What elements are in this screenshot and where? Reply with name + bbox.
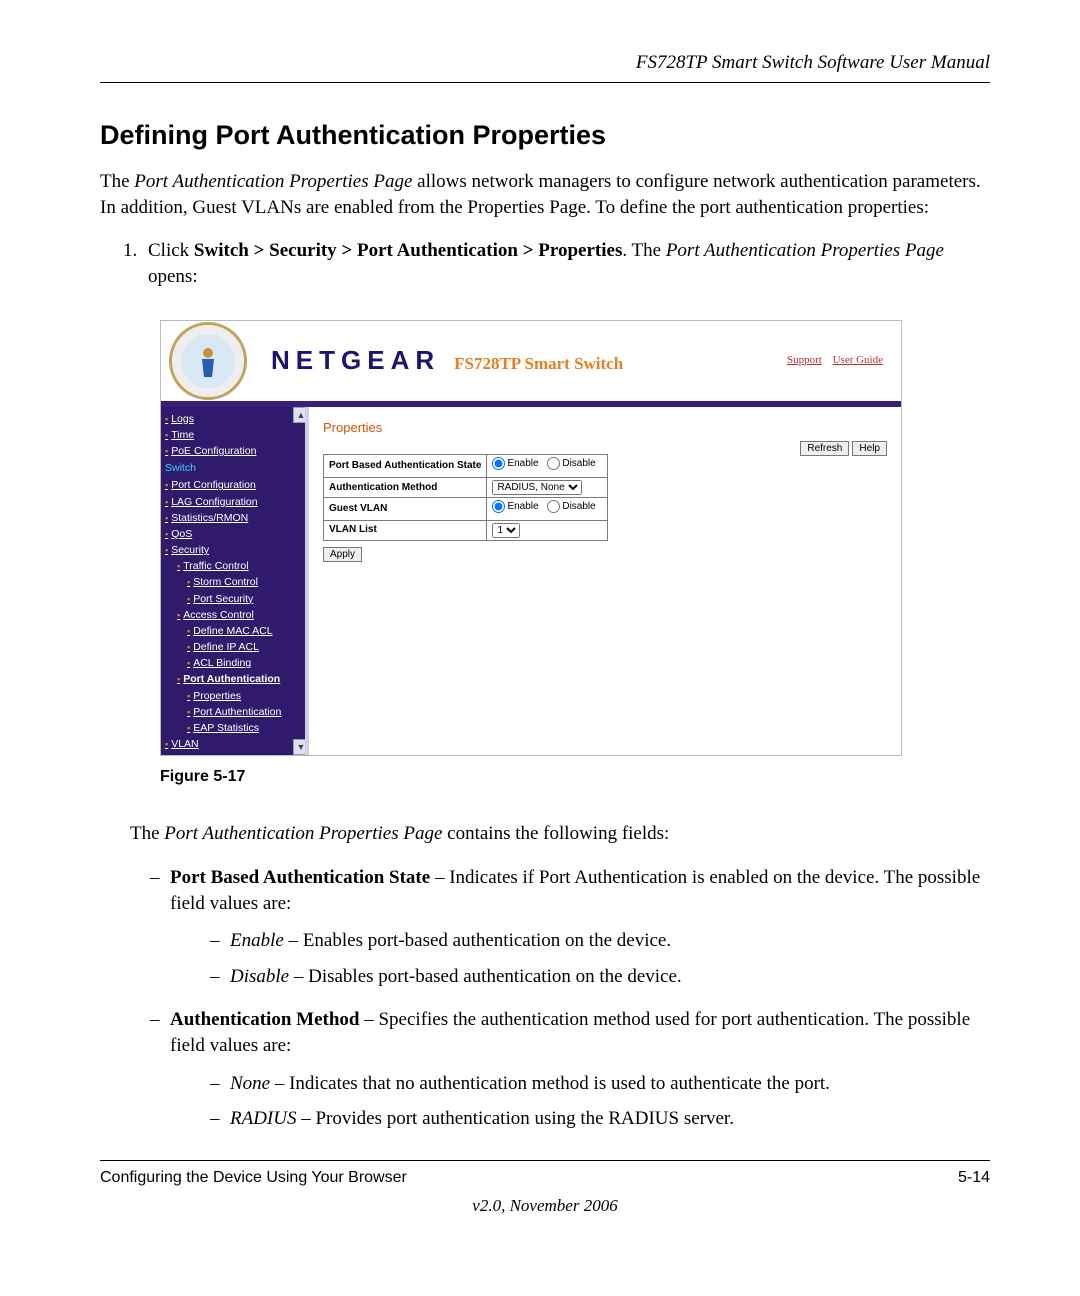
sidebar-item-aclbind[interactable]: ACL Binding [165, 655, 305, 671]
sidebar-item-stats[interactable]: Statistics/RMON [165, 510, 305, 526]
refresh-button[interactable]: Refresh [800, 441, 849, 456]
auth-method-select[interactable]: RADIUS, None [492, 480, 582, 495]
sidebar-item-poe[interactable]: PoE Configuration [165, 443, 305, 459]
page-heading: Defining Port Authentication Properties [100, 117, 990, 153]
properties-table: Port Based Authentication State Enable D… [323, 454, 608, 541]
header-links: Support User Guide [779, 353, 883, 368]
sidebar-item-eap[interactable]: EAP Statistics [165, 720, 305, 736]
help-button[interactable]: Help [852, 441, 887, 456]
fields-list: Port Based Authentication State – Indica… [100, 861, 990, 1146]
product-title: FS728TP Smart Switch [454, 353, 623, 376]
footer: Configuring the Device Using Your Browse… [100, 1167, 990, 1189]
rule-top [100, 82, 990, 83]
sidebar-item-monitor[interactable]: Monitor [165, 752, 305, 754]
field-auth-name: Authentication Method [170, 1009, 359, 1030]
figure-caption: Figure 5-17 [160, 766, 990, 788]
step1-path: Switch > Security > Port Authentication … [194, 240, 622, 261]
field-auth-opt-none: None – Indicates that no authentication … [210, 1067, 990, 1103]
field-pbas: Port Based Authentication State – Indica… [150, 861, 990, 1004]
field-pbas-opt-enable: Enable – Enables port-based authenticati… [210, 924, 990, 960]
row-gvlan-label: Guest VLAN [324, 497, 487, 520]
sidebar: ▲ Logs Time PoE Configuration Switch Por… [161, 407, 309, 755]
sidebar-item-access[interactable]: Access Control [165, 607, 305, 623]
opt-enable-term: Enable [230, 930, 284, 951]
netgear-logo-icon [169, 322, 247, 400]
sidebar-item-portauth[interactable]: Port Authentication [165, 671, 305, 687]
sidebar-item-traffic[interactable]: Traffic Control [165, 558, 305, 574]
intro-pre: The [100, 171, 134, 192]
support-link[interactable]: Support [787, 354, 822, 366]
gvlan-enable-label: Enable [507, 500, 538, 514]
apply-button[interactable]: Apply [323, 547, 362, 562]
sidebar-item-qos[interactable]: QoS [165, 526, 305, 542]
step1-prefix: Click [148, 240, 194, 261]
content-pane: Properties Refresh Help Port Based Authe… [309, 407, 901, 755]
opt-disable-desc: – Disables port-based authentication on … [289, 966, 682, 987]
sidebar-item-portauth2[interactable]: Port Authentication [165, 704, 305, 720]
vlan-list-select[interactable]: 1 [492, 523, 520, 538]
rule-bottom [100, 1160, 990, 1161]
gvlan-disable-radio[interactable] [547, 500, 560, 513]
brand-name: NETGEAR [271, 343, 440, 378]
field-auth-opt-radius: RADIUS – Provides port authentication us… [210, 1102, 990, 1138]
field-pbas-name: Port Based Authentication State [170, 867, 430, 888]
steps-list: Click Switch > Security > Port Authentic… [100, 238, 990, 289]
sidebar-item-logs[interactable]: Logs [165, 411, 305, 427]
sidebar-item-ipacl[interactable]: Define IP ACL [165, 639, 305, 655]
step1-pageref: Port Authentication Properties Page [666, 240, 944, 261]
sidebar-item-macacl[interactable]: Define MAC ACL [165, 623, 305, 639]
step1-mid: . The [622, 240, 665, 261]
screenshot: NETGEAR FS728TP Smart Switch Support Use… [160, 320, 902, 756]
gvlan-enable-radio[interactable] [492, 500, 505, 513]
user-guide-link[interactable]: User Guide [833, 354, 883, 366]
sidebar-item-portconfig[interactable]: Port Configuration [165, 477, 305, 493]
row-pbas-label: Port Based Authentication State [324, 455, 487, 478]
screenshot-header: NETGEAR FS728TP Smart Switch Support Use… [161, 321, 901, 407]
row-auth-label: Authentication Method [324, 477, 487, 497]
row-pbas-value: Enable Disable [487, 455, 607, 478]
sidebar-item-vlan[interactable]: VLAN [165, 736, 305, 752]
scroll-down-icon[interactable]: ▼ [293, 739, 309, 755]
fields-intro-pageref: Port Authentication Properties Page [164, 823, 442, 844]
sidebar-item-lag[interactable]: LAG Configuration [165, 494, 305, 510]
sidebar-item-portsec[interactable]: Port Security [165, 591, 305, 607]
pane-title: Properties [323, 419, 887, 437]
intro-pageref: Port Authentication Properties Page [134, 171, 412, 192]
pbas-disable-radio[interactable] [547, 457, 560, 470]
opt-none-desc: – Indicates that no authentication metho… [270, 1073, 830, 1094]
sidebar-item-storm[interactable]: Storm Control [165, 574, 305, 590]
footer-version: v2.0, November 2006 [100, 1195, 990, 1218]
fields-intro-pre: The [130, 823, 164, 844]
field-pbas-opt-disable: Disable – Disables port-based authentica… [210, 960, 990, 996]
sidebar-item-properties[interactable]: Properties [165, 688, 305, 704]
pbas-enable-label: Enable [507, 457, 538, 471]
opt-radius-term: RADIUS [230, 1108, 296, 1129]
opt-none-term: None [230, 1073, 270, 1094]
footer-left: Configuring the Device Using Your Browse… [100, 1167, 407, 1189]
scroll-up-icon[interactable]: ▲ [293, 407, 309, 423]
opt-disable-term: Disable [230, 966, 289, 987]
field-auth: Authentication Method – Specifies the au… [150, 1003, 990, 1146]
pbas-disable-label: Disable [562, 457, 595, 471]
gvlan-disable-label: Disable [562, 500, 595, 514]
fields-intro: The Port Authentication Properties Page … [100, 821, 990, 847]
fields-intro-post: contains the following fields: [442, 823, 669, 844]
opt-radius-desc: – Provides port authentication using the… [296, 1108, 733, 1129]
opt-enable-desc: – Enables port-based authentication on t… [284, 930, 671, 951]
sidebar-item-time[interactable]: Time [165, 427, 305, 443]
sidebar-section-switch: Switch [165, 459, 305, 477]
footer-page: 5-14 [958, 1167, 990, 1189]
manual-title: FS728TP Smart Switch Software User Manua… [100, 50, 990, 76]
sidebar-item-security[interactable]: Security [165, 542, 305, 558]
step1-suffix: opens: [148, 266, 198, 287]
intro-paragraph: The Port Authentication Properties Page … [100, 169, 990, 220]
row-vlist-label: VLAN List [324, 520, 487, 540]
step-1: Click Switch > Security > Port Authentic… [142, 238, 990, 289]
pbas-enable-radio[interactable] [492, 457, 505, 470]
